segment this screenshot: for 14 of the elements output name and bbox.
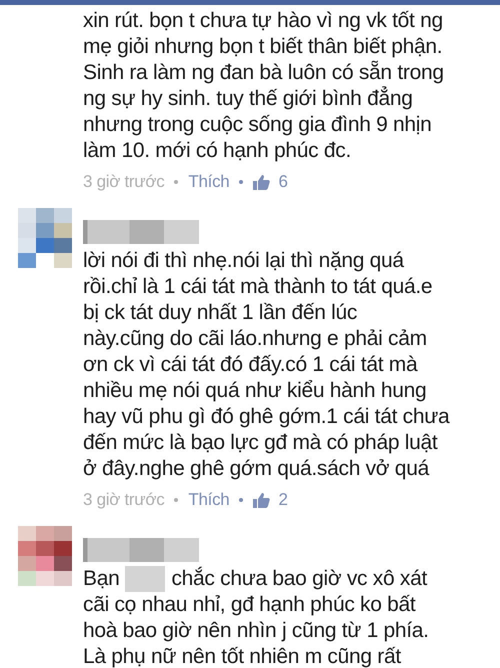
comment-text: xin rút. bọn t chưa tự hào vì ng vk tốt ng mẹ giỏi nhưng bọn t biết thân biết phận. Sinh ra làm ng đan bà luôn có sẵn trong ng sự hy sinh. tuy thế giới bình đẳng nhưng trong cuộc sống gia đình 9 nhịn làm 10. mới có hạnh phúc đc. [83, 8, 444, 164]
timestamp: 3 giờ trước [83, 171, 164, 193]
thumbs-up-icon [253, 492, 270, 508]
comment-text: Bạn [83, 566, 120, 592]
like-link[interactable]: Thích [188, 170, 230, 194]
comment-text: cãi cọ nhau nhỉ, gđ hạnh phúc ko bất hoà bao giờ nên nhìn j cũng từ 1 phía. Là phụ nữ nên tốt nhiên m cũng rất [83, 592, 429, 668]
comment-text: lời nói đi thì nhẹ.nói lại thì nặng quá rồi.chỉ là 1 cái tát mà thành to tát quá.e bị ck tát duy nhất 1 lần đến lúc này.cũng do cãi láo.nhưng e phải cảm ơn ck vì cái tát đó đấy.có 1 cái tát mà nhiều mẹ nói quá như kiểu hành hung hay vũ phu gì đó ghê gớm.1 cái tát chưa đến mức là bạo lực gđ mà có pháp luật ở đây.nghe ghê gớm quá.sách vở quá [83, 248, 450, 482]
like-count: 6 [278, 171, 288, 193]
like-link[interactable]: Thích [188, 488, 230, 512]
timestamp: 3 giờ trước [83, 489, 164, 511]
comment-text: chắc chưa bao giờ vc xô xát [171, 566, 427, 592]
blurred-name [125, 566, 166, 592]
like-count: 2 [278, 489, 288, 511]
thumbs-up-icon [253, 174, 270, 190]
